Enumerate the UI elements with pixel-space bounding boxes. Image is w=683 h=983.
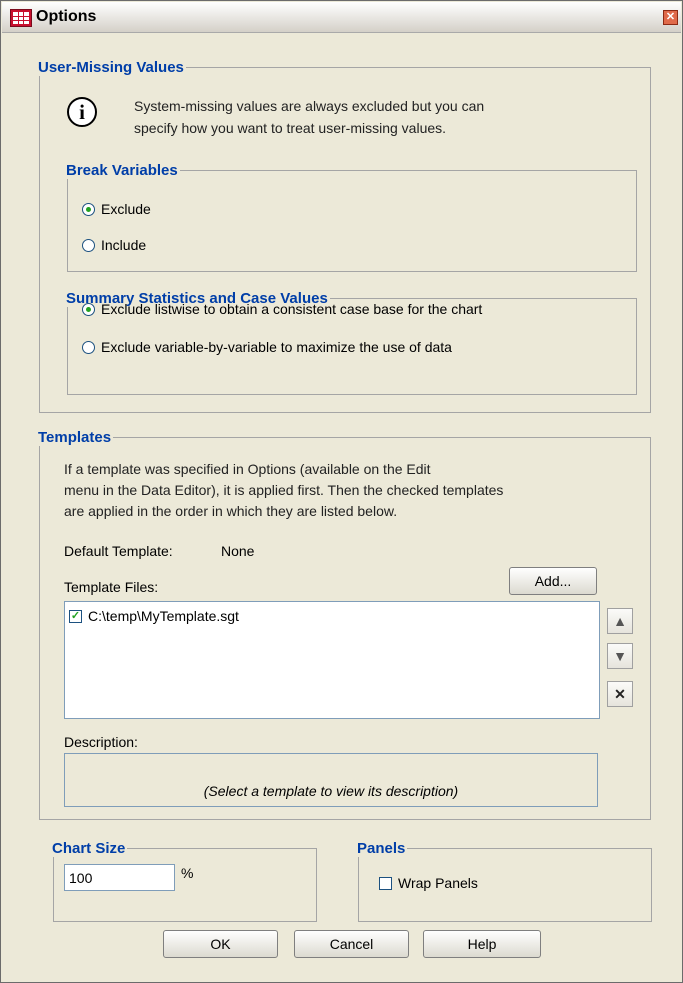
template-file-item[interactable]: ✓ C:\temp\MyTemplate.sgt — [69, 606, 239, 626]
templates-info-line1: If a template was specified in Options (… — [64, 461, 431, 477]
add-template-button[interactable]: Add... — [509, 567, 597, 595]
break-exclude-radio[interactable]: Exclude — [82, 199, 151, 219]
templates-legend: Templates — [38, 429, 112, 446]
break-exclude-label: Exclude — [101, 201, 151, 217]
chart-size-input[interactable] — [64, 864, 175, 891]
radio-button[interactable] — [82, 238, 95, 252]
default-template-label: Default Template: — [64, 543, 173, 559]
exclude-listwise-radio[interactable]: Exclude listwise to obtain a consistent … — [82, 299, 482, 319]
radio-button-checked[interactable] — [82, 202, 95, 216]
arrow-up-icon[interactable]: ▲ — [607, 608, 633, 634]
wrap-panels-label: Wrap Panels — [398, 875, 478, 891]
chart-size-unit: % — [181, 865, 194, 881]
description-label: Description: — [64, 734, 138, 750]
wrap-panels-checkbox[interactable] — [379, 876, 392, 890]
break-include-label: Include — [101, 237, 147, 253]
chart-size-legend: Chart Size — [52, 840, 126, 857]
user-missing-values-legend: User-Missing Values — [38, 59, 184, 76]
break-variables-legend: Break Variables — [66, 162, 178, 179]
dialog-title: Options — [36, 8, 97, 25]
user-missing-info-line1: System-missing values are always exclude… — [134, 98, 485, 114]
ok-button[interactable]: OK — [163, 930, 278, 958]
default-template-value: None — [221, 543, 255, 559]
help-button[interactable]: Help — [423, 930, 541, 958]
template-file-name: C:\temp\MyTemplate.sgt — [88, 608, 239, 624]
templates-info-line3: are applied in the order in which they a… — [64, 503, 398, 519]
break-variables-group: Break Variables — [66, 162, 637, 272]
template-files-label: Template Files: — [64, 579, 159, 595]
radio-button-checked[interactable] — [82, 302, 95, 316]
exclude-listwise-label: Exclude listwise to obtain a consistent … — [101, 301, 483, 317]
template-files-list[interactable]: ✓ C:\temp\MyTemplate.sgt — [64, 601, 600, 719]
cancel-button[interactable]: Cancel — [294, 930, 409, 958]
exclude-variable-by-variable-label: Exclude variable-by-variable to maximize… — [101, 339, 452, 355]
break-include-radio[interactable]: Include — [82, 235, 146, 255]
arrow-down-icon[interactable]: ▼ — [607, 643, 633, 669]
title-bar[interactable]: Options ✕ — [2, 2, 681, 33]
user-missing-info-line2: specify how you want to treat user-missi… — [134, 120, 447, 136]
x-delete-icon[interactable]: ✕ — [607, 681, 633, 707]
template-description-box: (Select a template to view its descripti… — [64, 753, 598, 807]
templates-info-line2: menu in the Data Editor), it is applied … — [64, 482, 504, 498]
options-dialog: Options ✕ User-Missing Values i System-m… — [0, 0, 683, 983]
description-placeholder: (Select a template to view its descripti… — [203, 783, 459, 799]
radio-button[interactable] — [82, 340, 95, 354]
close-icon[interactable]: ✕ — [663, 10, 678, 25]
wrap-panels-checkbox-row[interactable]: Wrap Panels — [379, 873, 478, 893]
information-icon: i — [67, 97, 97, 127]
template-file-checkbox[interactable]: ✓ — [69, 609, 82, 623]
table-grid-icon — [10, 9, 32, 27]
exclude-variable-by-variable-radio[interactable]: Exclude variable-by-variable to maximize… — [82, 337, 452, 357]
panels-legend: Panels — [357, 840, 406, 857]
